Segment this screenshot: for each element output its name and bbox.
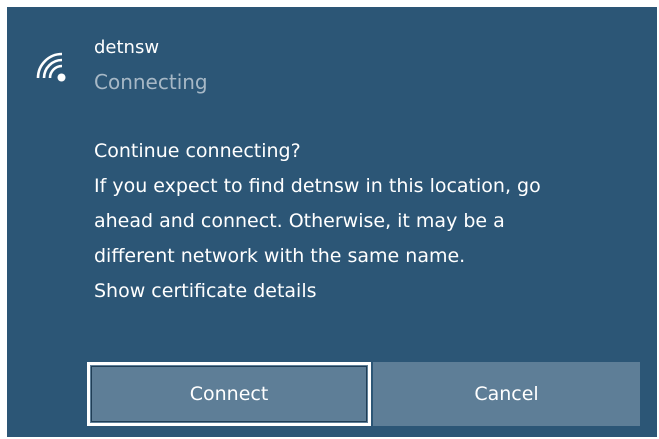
cancel-button-label: Cancel	[474, 383, 539, 405]
connect-button-label: Connect	[189, 383, 269, 405]
wifi-network-panel: detnsw Connecting Continue connecting? I…	[7, 7, 657, 437]
message-line: Continue connecting?	[94, 140, 301, 162]
network-status: Connecting	[94, 70, 208, 94]
message-line: different network with the same name.	[94, 245, 466, 267]
connect-button[interactable]: Connect	[87, 362, 371, 426]
network-name: detnsw	[94, 37, 160, 58]
message-line: If you expect to find detnsw in this loc…	[94, 175, 541, 197]
connection-message: Continue connecting? If you expect to fi…	[94, 134, 541, 309]
show-certificate-details-link[interactable]: Show certificate details	[94, 274, 541, 309]
message-line: ahead and connect. Otherwise, it may be …	[94, 210, 505, 232]
cancel-button[interactable]: Cancel	[373, 362, 640, 426]
wifi-signal-icon	[36, 52, 66, 82]
